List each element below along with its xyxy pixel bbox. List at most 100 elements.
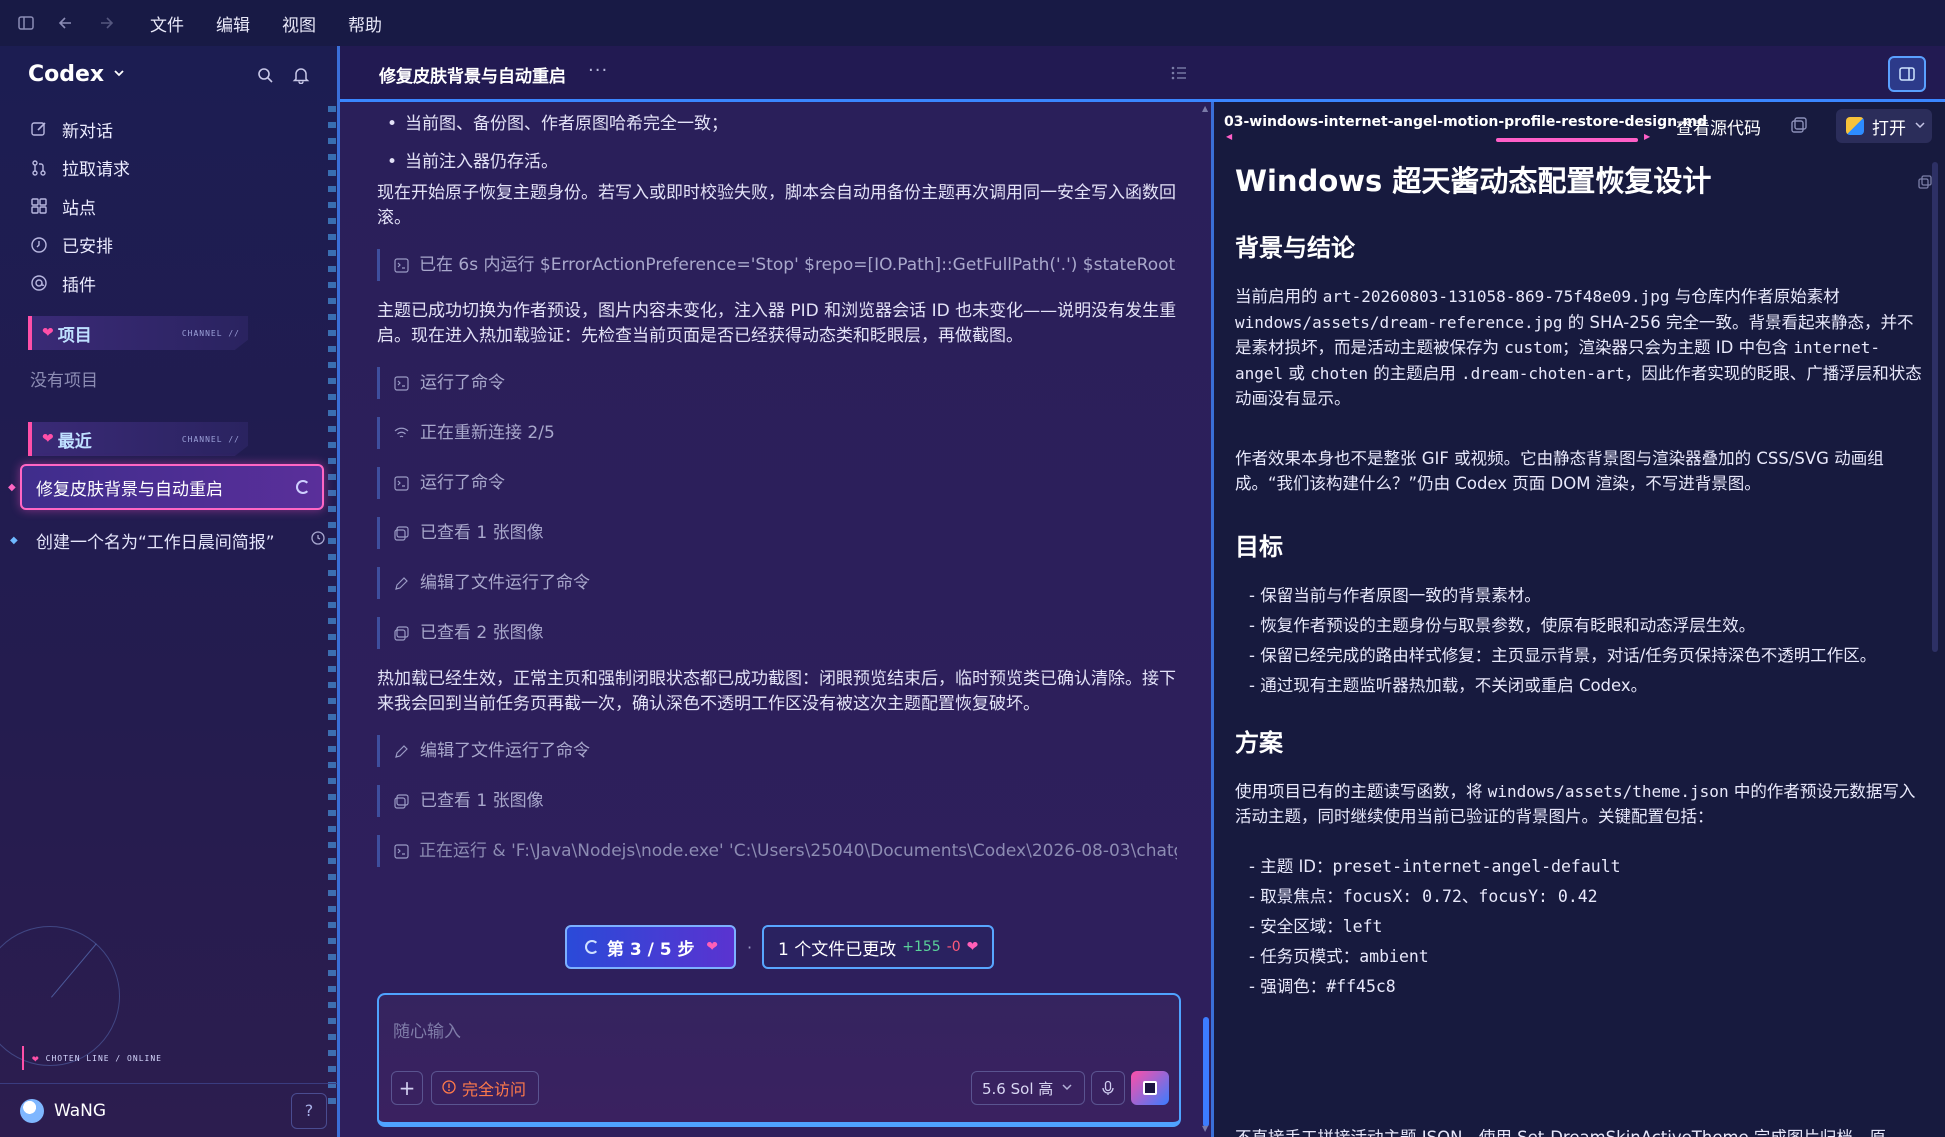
sidebar-item-label: 插件 — [62, 275, 96, 296]
view-source-button[interactable]: 查看源代码 — [1676, 114, 1761, 139]
thread-item-active[interactable]: ◆ 修复皮肤背景与自动重启 — [8, 464, 324, 510]
thread-item[interactable]: ◆ 创建一个名为“工作日晨间简报” — [10, 524, 326, 556]
tool-step[interactable]: 已查看 1 张图像 — [377, 517, 1177, 549]
tab-scroll-right-icon[interactable]: ▶ — [1644, 132, 1650, 141]
clock-icon — [30, 235, 50, 255]
menu-file[interactable]: 文件 — [150, 11, 184, 36]
step-progress-label: 第 3 / 5 步 — [607, 939, 695, 960]
list-item: - 保留当前与作者原图一致的背景素材。 — [1249, 585, 1541, 605]
thread-title-heading: 修复皮肤背景与自动重启 — [379, 67, 566, 87]
inline-code: focusX: 0.72、focusY: 0.42 — [1342, 886, 1598, 906]
attach-button[interactable]: + — [391, 1071, 423, 1105]
tab-scroll-left-icon[interactable]: ◀ — [1226, 132, 1232, 141]
list-item: 当前图、备份图、作者原图哈希完全一致； — [377, 112, 1177, 137]
workspace-switcher[interactable]: Codex — [28, 62, 126, 87]
loading-spinner-icon — [296, 480, 310, 494]
sidebar-item-label: 新对话 — [62, 121, 113, 142]
image-icon — [394, 525, 410, 541]
user-account-bar[interactable]: WaNG ? — [0, 1083, 337, 1137]
sidebar-item-pull-requests[interactable]: 拉取请求 — [30, 149, 320, 188]
heart-icon: ❤ — [706, 939, 718, 955]
tool-step[interactable]: 运行了命令 — [377, 367, 1177, 399]
tool-step[interactable]: 编辑了文件运行了命令 — [377, 735, 1177, 767]
terminal-icon — [394, 257, 409, 273]
forward-arrow-icon[interactable] — [94, 11, 118, 35]
projects-section-header[interactable]: ❤ 项目 CHANNEL // — [28, 316, 248, 350]
tool-step[interactable]: 已查看 1 张图像 — [377, 785, 1177, 817]
access-mode-button[interactable]: 完全访问 — [431, 1071, 539, 1105]
tool-step[interactable]: 已查看 2 张图像 — [377, 617, 1177, 649]
recent-section-header[interactable]: ❤ 最近 CHANNEL // — [28, 422, 248, 456]
projects-label: 项目 — [57, 325, 92, 346]
terminal-icon — [394, 475, 410, 491]
tool-step-label: 已查看 2 张图像 — [420, 622, 544, 643]
copy-icon[interactable] — [1790, 116, 1808, 138]
scrollbar-thumb[interactable] — [1932, 162, 1938, 652]
sidebar-item-sites[interactable]: 站点 — [30, 187, 320, 226]
projects-empty-note: 没有项目 — [30, 371, 98, 391]
section-heading: 背景与结论 — [1235, 234, 1355, 262]
menu-view[interactable]: 视图 — [282, 11, 316, 36]
scrollbar-thumb[interactable] — [1203, 1017, 1209, 1127]
list-item: - 安全区域：left — [1249, 916, 1383, 936]
model-label: 5.6 Sol 高 — [982, 1079, 1054, 1098]
document-tabbar: 03-windows-internet-angel-motion-profile… — [1214, 102, 1945, 152]
message-input[interactable]: 随心输入 — [393, 1017, 461, 1042]
tool-step-label: 已在 6s 内运行 $ErrorActionPreference='Stop' … — [419, 254, 1177, 275]
step-progress-pill[interactable]: 第 3 / 5 步 ❤ — [565, 925, 736, 969]
copy-icon[interactable] — [1917, 174, 1933, 194]
list-item: 当前注入器仍存活。 — [377, 150, 1177, 175]
tool-step[interactable]: 编辑了文件运行了命令 — [377, 567, 1177, 599]
files-changed-label: 1 个文件已更改 — [778, 939, 897, 960]
tool-step-label: 运行了命令 — [420, 472, 505, 493]
scroll-down-icon[interactable]: ▼ — [1202, 1124, 1208, 1133]
more-options-icon[interactable]: ··· — [588, 60, 608, 81]
avatar — [20, 1098, 44, 1123]
document-tab[interactable]: 03-windows-internet-angel-motion-profile… — [1224, 114, 1707, 130]
panel-toggle-button[interactable] — [1888, 56, 1926, 92]
workspace-title: Codex — [28, 62, 105, 87]
inline-code: .dream-choten-art — [1460, 363, 1625, 383]
chevron-down-icon — [1061, 1079, 1073, 1097]
sidebar-item-new-chat[interactable]: 新对话 — [30, 110, 320, 149]
stop-button[interactable] — [1131, 1071, 1169, 1105]
sidebar-item-scheduled[interactable]: 已安排 — [30, 226, 320, 265]
image-icon — [394, 793, 410, 809]
conversation-scrollbar[interactable]: ▲ ▼ — [1202, 102, 1210, 1137]
scroll-up-icon[interactable]: ▲ — [1202, 104, 1208, 113]
pencil-icon — [394, 575, 410, 591]
sidebar-decor-rail — [328, 106, 336, 1106]
open-with-button[interactable]: 打开 — [1836, 109, 1932, 143]
tool-step-label: 已查看 1 张图像 — [420, 790, 544, 811]
message-stream: 当前图、备份图、作者原图哈希完全一致； 当前注入器仍存活。 现在开始原子恢复主题… — [377, 112, 1177, 885]
document-scrollbar[interactable] — [1932, 162, 1938, 702]
microphone-icon — [1102, 1080, 1114, 1095]
bell-icon[interactable] — [292, 66, 310, 88]
tab-scroll-indicator[interactable] — [1496, 138, 1638, 142]
tool-step[interactable]: 正在重新连接 2/5 — [377, 417, 1177, 449]
search-icon[interactable] — [256, 66, 274, 88]
document-preview-panel: 03-windows-internet-angel-motion-profile… — [1214, 102, 1945, 1137]
composer: 随心输入 + 完全访问 5.6 Sol 高 — [377, 993, 1181, 1127]
sidebar-toggle-icon[interactable] — [14, 11, 38, 35]
list-item: - 保留已经完成的路由样式修复：主页显示背景，对话/任务页保持深色不透明工作区。 — [1249, 645, 1877, 665]
menu-help[interactable]: 帮助 — [348, 11, 382, 36]
panel-toggle-icon — [1899, 67, 1915, 81]
tool-step[interactable]: 运行了命令 — [377, 467, 1177, 499]
help-button[interactable]: ? — [291, 1092, 327, 1129]
microphone-button[interactable] — [1091, 1071, 1125, 1105]
files-changed-pill[interactable]: 1 个文件已更改 +155 -0 ❤ — [762, 925, 994, 969]
sidebar-item-plugins[interactable]: 插件 — [30, 264, 320, 303]
open-label: 打开 — [1872, 118, 1906, 139]
list-view-icon[interactable] — [1170, 64, 1188, 86]
diamond-marker-icon: ◆ — [10, 534, 18, 546]
clock-icon — [310, 530, 326, 551]
recent-label: 最近 — [57, 431, 92, 452]
tool-step-running[interactable]: 正在运行 & 'F:\Java\Nodejs\node.exe' 'C:\Use… — [377, 835, 1177, 867]
section-heading: 目标 — [1235, 532, 1283, 561]
model-selector[interactable]: 5.6 Sol 高 — [971, 1071, 1085, 1105]
pull-request-icon — [30, 158, 50, 178]
back-arrow-icon[interactable] — [54, 11, 78, 35]
menu-edit[interactable]: 编辑 — [216, 11, 250, 36]
tool-step-run-command[interactable]: 已在 6s 内运行 $ErrorActionPreference='Stop' … — [377, 249, 1177, 281]
